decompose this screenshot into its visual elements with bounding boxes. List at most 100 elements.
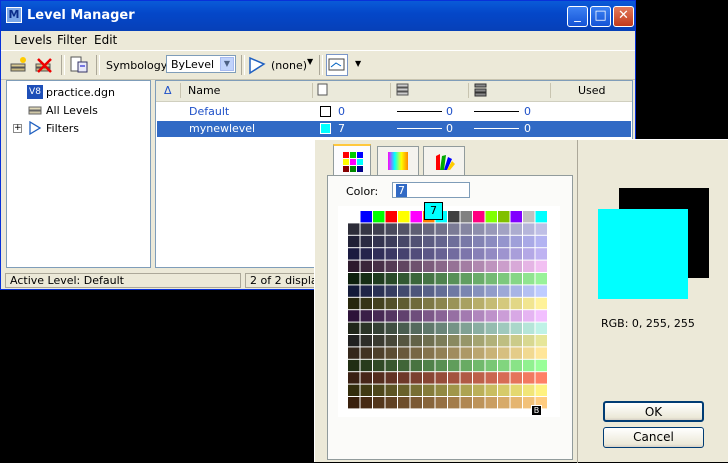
palette-swatch[interactable] xyxy=(410,322,423,334)
palette-swatch[interactable] xyxy=(448,397,460,409)
palette-swatch[interactable] xyxy=(535,372,548,384)
palette-swatch[interactable] xyxy=(435,335,448,347)
palette-swatch[interactable] xyxy=(398,223,410,235)
palette-swatch[interactable] xyxy=(485,260,498,272)
palette-swatch[interactable] xyxy=(460,248,473,260)
palette-swatch[interactable] xyxy=(360,310,373,322)
palette-swatch[interactable] xyxy=(460,260,473,272)
palette-swatch[interactable] xyxy=(498,285,510,297)
palette-swatch[interactable] xyxy=(385,248,398,260)
palette-swatch[interactable] xyxy=(435,372,448,384)
palette-swatch[interactable] xyxy=(510,211,523,223)
tree-item-practice[interactable]: practice.dgn xyxy=(46,86,115,99)
menu-levels[interactable]: Levels xyxy=(14,33,52,47)
palette-swatch[interactable] xyxy=(385,310,398,322)
palette-swatch[interactable] xyxy=(473,372,485,384)
palette-swatch[interactable] xyxy=(510,372,523,384)
palette-swatch[interactable] xyxy=(435,285,448,297)
symbology-dropdown[interactable]: ByLevel ▼ xyxy=(166,55,236,73)
palette-swatch[interactable] xyxy=(423,335,435,347)
palette-swatch[interactable] xyxy=(360,397,373,409)
palette-swatch[interactable] xyxy=(460,397,473,409)
palette-swatch[interactable] xyxy=(410,347,423,359)
palette-swatch[interactable] xyxy=(373,297,385,310)
palette-swatch[interactable] xyxy=(473,335,485,347)
palette-swatch[interactable] xyxy=(373,273,385,285)
palette-swatch[interactable] xyxy=(473,384,485,396)
palette-swatch[interactable] xyxy=(485,359,498,372)
palette-swatch[interactable] xyxy=(523,223,535,235)
palette-swatch[interactable] xyxy=(410,260,423,272)
palette-swatch[interactable] xyxy=(373,285,385,297)
palette-swatch[interactable] xyxy=(535,347,548,359)
palette-swatch[interactable] xyxy=(435,310,448,322)
palette-swatch[interactable] xyxy=(410,223,423,235)
palette-swatch[interactable] xyxy=(485,372,498,384)
palette-swatch[interactable] xyxy=(510,297,523,310)
palette-swatch[interactable] xyxy=(385,297,398,310)
palette-swatch[interactable] xyxy=(398,397,410,409)
palette-swatch[interactable] xyxy=(485,397,498,409)
palette-swatch[interactable] xyxy=(473,359,485,372)
expand-icon[interactable]: + xyxy=(13,124,22,133)
palette-swatch[interactable] xyxy=(498,335,510,347)
palette-swatch[interactable] xyxy=(348,310,360,322)
display-settings-icon[interactable] xyxy=(326,54,348,76)
palette-swatch[interactable] xyxy=(373,235,385,248)
palette-swatch[interactable] xyxy=(385,397,398,409)
palette-swatch[interactable] xyxy=(448,322,460,334)
column-header-name[interactable]: Name xyxy=(188,84,220,97)
color-number-field[interactable]: 7 xyxy=(392,182,470,198)
palette-swatch[interactable] xyxy=(435,248,448,260)
palette-swatch[interactable] xyxy=(510,273,523,285)
palette-swatch[interactable] xyxy=(510,322,523,334)
palette-swatch[interactable] xyxy=(348,211,360,223)
palette-swatch[interactable] xyxy=(485,211,498,223)
palette-swatch[interactable] xyxy=(360,322,373,334)
palette-swatch[interactable] xyxy=(485,322,498,334)
palette-swatch[interactable] xyxy=(435,347,448,359)
palette-swatch[interactable] xyxy=(448,248,460,260)
palette-swatch[interactable] xyxy=(460,285,473,297)
palette-swatch[interactable] xyxy=(498,397,510,409)
palette-swatch[interactable] xyxy=(460,359,473,372)
palette-swatch[interactable] xyxy=(410,235,423,248)
palette-swatch[interactable] xyxy=(435,359,448,372)
palette-swatch[interactable] xyxy=(435,273,448,285)
palette-swatch[interactable] xyxy=(410,297,423,310)
palette-swatch[interactable] xyxy=(473,248,485,260)
weight-column-icon[interactable] xyxy=(474,83,488,100)
palette-swatch[interactable] xyxy=(385,322,398,334)
palette-swatch[interactable] xyxy=(435,397,448,409)
palette-swatch[interactable] xyxy=(410,372,423,384)
palette-swatch[interactable] xyxy=(360,347,373,359)
palette-swatch[interactable] xyxy=(523,384,535,396)
palette-swatch[interactable] xyxy=(510,223,523,235)
palette-swatch[interactable] xyxy=(360,273,373,285)
palette-swatch[interactable] xyxy=(535,285,548,297)
palette-swatch[interactable] xyxy=(410,211,423,223)
palette-swatch[interactable] xyxy=(348,260,360,272)
palette-swatch[interactable] xyxy=(510,310,523,322)
palette-swatch[interactable] xyxy=(535,235,548,248)
palette-swatch[interactable] xyxy=(373,248,385,260)
palette-swatch[interactable] xyxy=(460,235,473,248)
table-row[interactable]: Default 0 0 0 xyxy=(157,104,631,120)
palette-swatch[interactable] xyxy=(398,310,410,322)
palette-swatch[interactable] xyxy=(498,359,510,372)
palette-swatch[interactable] xyxy=(498,211,510,223)
palette-swatch[interactable] xyxy=(460,273,473,285)
cancel-button[interactable]: Cancel xyxy=(603,427,704,448)
palette-swatch[interactable] xyxy=(360,235,373,248)
palette-swatch[interactable] xyxy=(498,248,510,260)
palette-swatch[interactable] xyxy=(360,384,373,396)
palette-swatch[interactable] xyxy=(398,372,410,384)
palette-swatch[interactable] xyxy=(398,248,410,260)
palette-swatch[interactable] xyxy=(385,273,398,285)
palette-swatch[interactable] xyxy=(348,223,360,235)
palette-swatch[interactable] xyxy=(410,310,423,322)
palette-swatch[interactable] xyxy=(360,260,373,272)
palette-swatch[interactable] xyxy=(348,285,360,297)
palette-swatch[interactable] xyxy=(510,335,523,347)
palette-swatch[interactable] xyxy=(348,372,360,384)
